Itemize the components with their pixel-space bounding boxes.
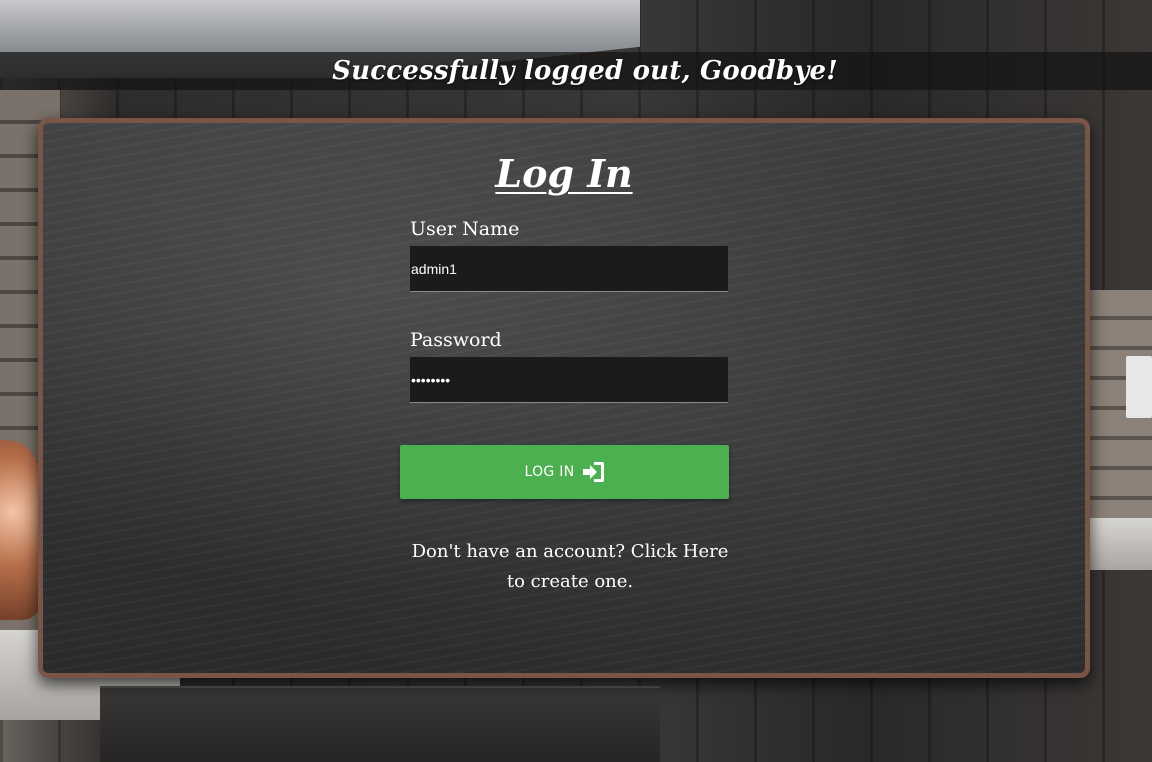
login-card: Log In User Name Password LOG IN Don't h… <box>38 118 1090 678</box>
login-button-label: LOG IN <box>524 464 575 480</box>
login-button[interactable]: LOG IN <box>400 445 729 499</box>
password-input[interactable] <box>410 357 728 403</box>
background-cabinet <box>100 686 660 762</box>
background-outlet <box>1126 356 1152 418</box>
background-counter-right <box>1082 518 1152 570</box>
signup-link[interactable]: Click Here <box>631 541 729 562</box>
signup-prompt: Don't have an account? Click Here to cre… <box>400 537 740 597</box>
signup-prefix: Don't have an account? <box>411 541 631 562</box>
login-form: User Name Password LOG IN <box>400 217 730 499</box>
sign-in-icon <box>582 462 604 482</box>
page-title: Log In <box>495 151 633 196</box>
flash-message-bar: Successfully logged out, Goodbye! <box>0 52 1152 90</box>
username-input[interactable] <box>410 246 728 292</box>
username-label: User Name <box>410 218 520 240</box>
signup-suffix: to create one. <box>506 571 634 592</box>
field-spacer <box>400 292 730 328</box>
flash-message-text: Successfully logged out, Goodbye! <box>332 56 838 86</box>
background-kettle <box>0 440 40 620</box>
password-label: Password <box>410 329 502 351</box>
